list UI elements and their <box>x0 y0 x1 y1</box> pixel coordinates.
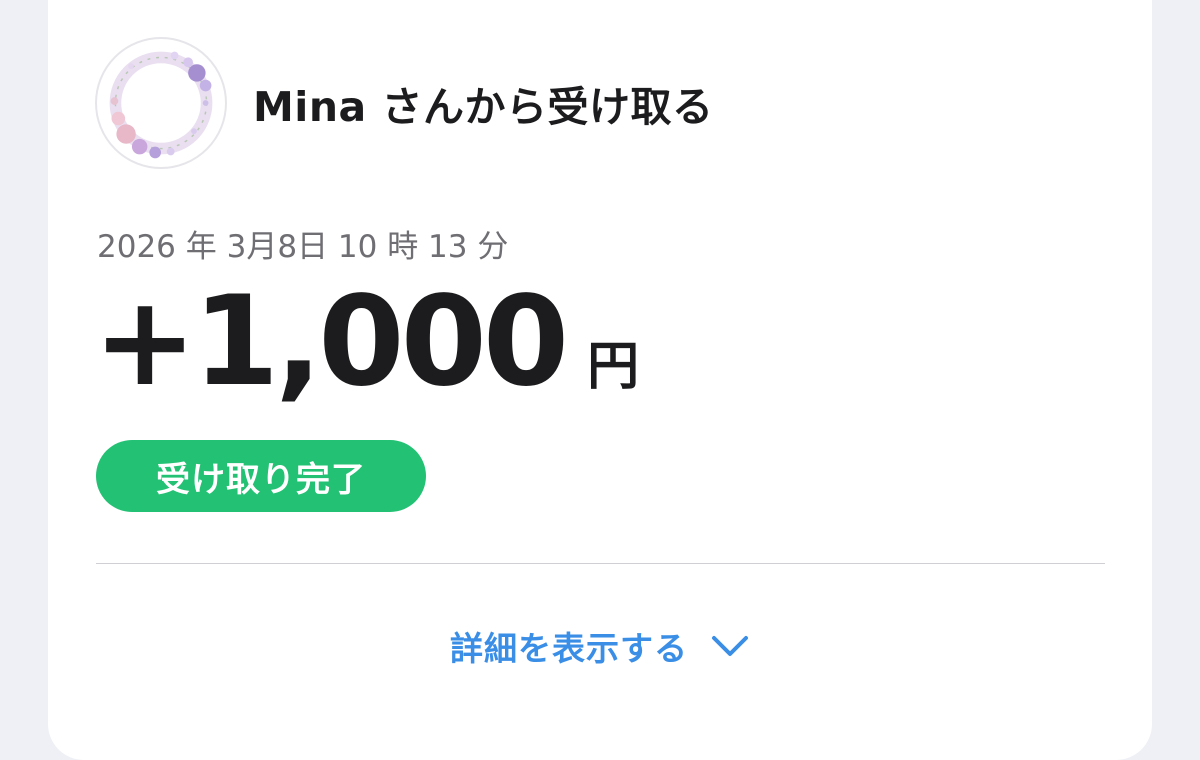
status-badge: 受け取り完了 <box>96 440 426 512</box>
transaction-amount: +1,000 <box>93 270 569 414</box>
divider <box>96 563 1105 564</box>
show-details-button[interactable]: 詳細を表示する <box>0 622 1200 670</box>
amount-row: +1,000 円 <box>93 280 639 404</box>
avatar <box>95 37 227 169</box>
chevron-down-icon <box>712 636 748 656</box>
currency-unit: 円 <box>587 337 640 397</box>
transaction-datetime: 2026 年 3月8日 10 時 13 分 <box>97 229 509 265</box>
page-title: Mina さんから受け取る <box>253 83 714 131</box>
transaction-header: Mina さんから受け取る <box>95 37 713 169</box>
show-details-label: 詳細を表示する <box>450 629 688 668</box>
